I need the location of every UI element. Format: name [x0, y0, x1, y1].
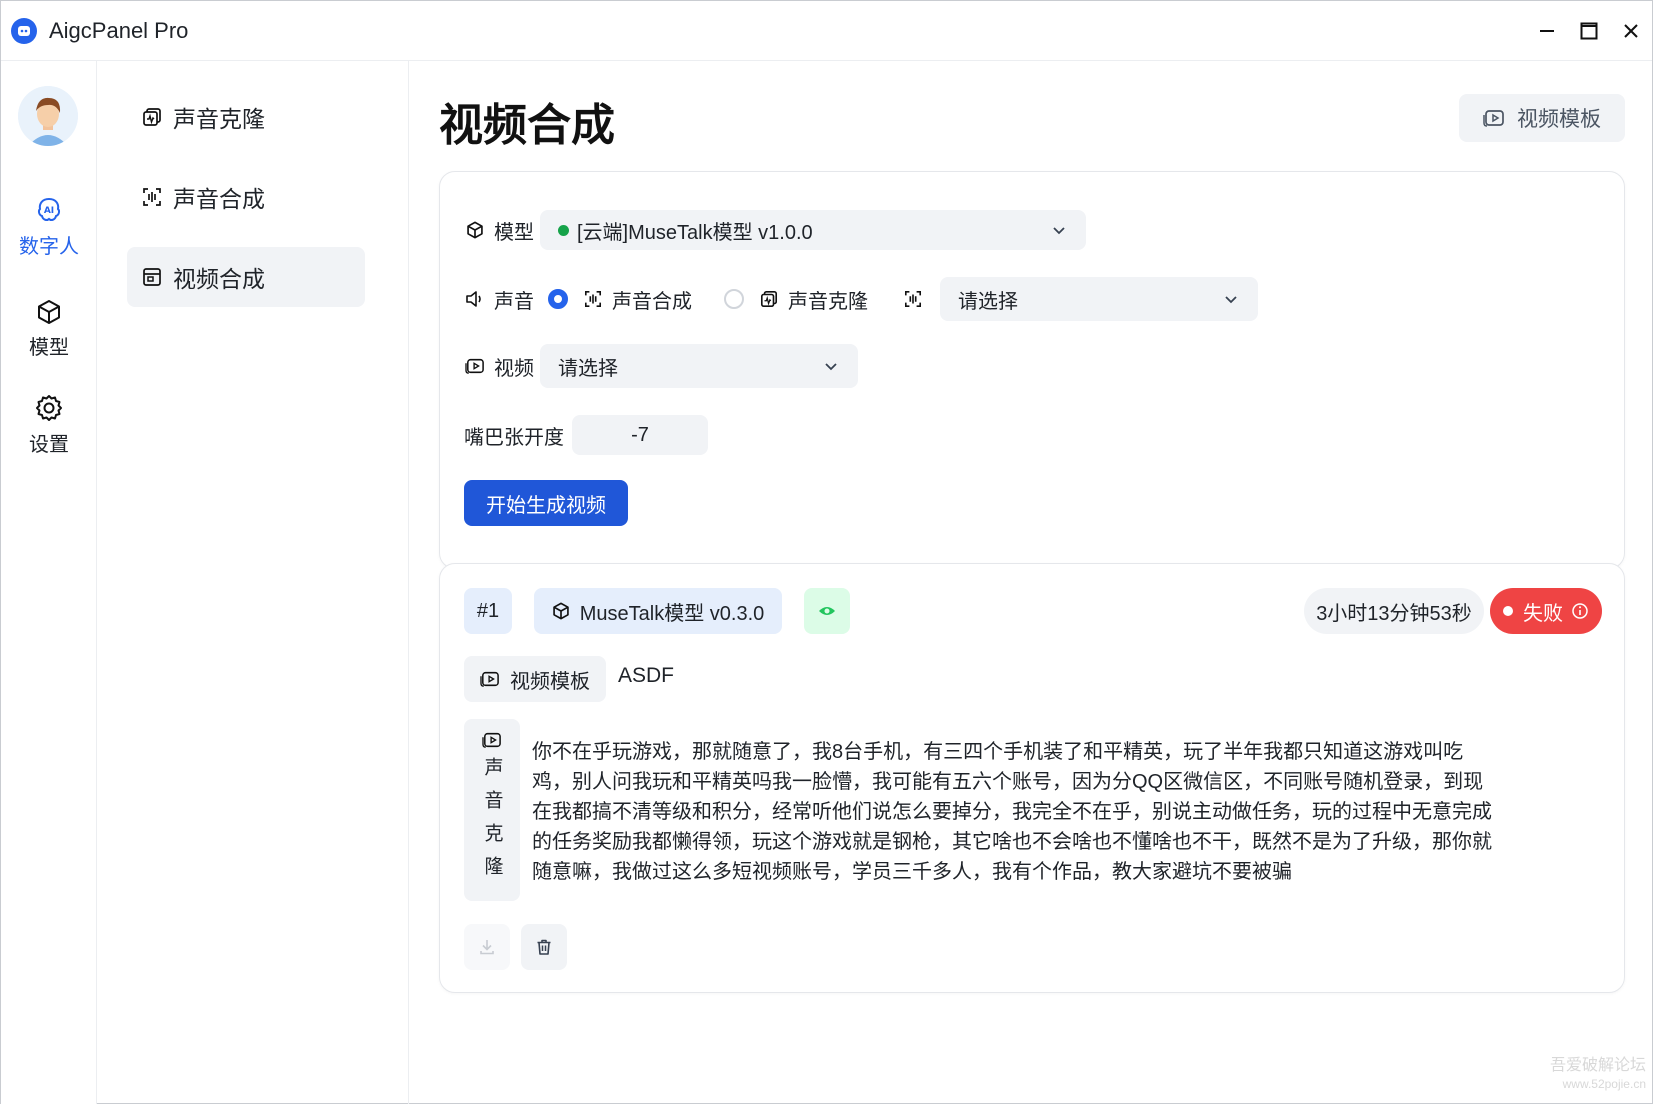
model-select[interactable]: [云端]MuseTalk模型 v1.0.0	[540, 210, 1086, 250]
delete-button[interactable]	[521, 924, 567, 970]
video-template-icon	[1483, 108, 1505, 128]
video-select[interactable]: 请选择	[540, 344, 858, 388]
cube-icon	[552, 602, 570, 620]
synthesis-form-card: 模型 [云端]MuseTalk模型 v1.0.0 声音 声音合成 声音克隆 请选…	[439, 171, 1625, 569]
task-template-label: 视频模板	[510, 670, 590, 693]
mouth-open-value: -7	[631, 423, 649, 446]
status-dot	[1503, 606, 1513, 616]
trash-icon	[537, 939, 551, 955]
app-logo-icon	[11, 17, 37, 44]
chevron-down-icon	[1053, 227, 1065, 235]
watermark: 吾爱破解论坛 www.52pojie.cn	[1550, 1057, 1646, 1093]
minimize-button[interactable]	[1526, 1, 1568, 61]
task-index-badge: #1	[464, 588, 512, 634]
video-label: 视频	[494, 357, 534, 380]
svg-text:AI: AI	[44, 206, 54, 216]
app-window: AigcPanel Pro AI 数字人 模型 设置 声音克隆 声音合成 视频合…	[0, 0, 1653, 1104]
task-script-text: 你不在乎玩游戏，那就随意了，我8台手机，有三四个手机装了和平精英，玩了半年我都只…	[532, 741, 1492, 883]
subnav-item-voice-synth[interactable]: 声音合成	[127, 167, 365, 227]
model-row: 模型 [云端]MuseTalk模型 v1.0.0	[464, 210, 1086, 250]
rail-item-model[interactable]: 模型	[1, 299, 97, 360]
chevron-down-icon	[825, 363, 837, 371]
gear-icon	[36, 395, 62, 421]
task-model-badge: MuseTalk模型 v0.3.0	[534, 588, 782, 634]
voice-type-label: 声音克隆	[481, 757, 503, 889]
rail-item-settings[interactable]: 设置	[1, 394, 97, 457]
mouth-label: 嘴巴张开度	[464, 426, 564, 449]
speaker-icon	[464, 288, 486, 310]
voice-clone-icon	[141, 106, 163, 128]
rail-label: 设置	[29, 434, 69, 456]
title-bar: AigcPanel Pro	[1, 1, 1652, 61]
chevron-down-icon	[1225, 296, 1237, 304]
video-row: 视频 请选择	[464, 344, 858, 388]
rail-item-digital-human[interactable]: AI 数字人	[1, 196, 97, 259]
model-label: 模型	[494, 221, 534, 244]
task-model-label: MuseTalk模型 v0.3.0	[579, 602, 765, 625]
video-synth-icon	[141, 266, 163, 288]
video-icon	[464, 355, 486, 377]
ai-brain-icon: AI	[37, 197, 61, 221]
maximize-icon	[1580, 22, 1598, 40]
voice-clone-radio[interactable]	[724, 289, 744, 309]
page-title: 视频合成	[439, 101, 615, 150]
sub-nav: 声音克隆 声音合成 视频合成	[97, 61, 409, 1104]
voice-select-placeholder: 请选择	[958, 290, 1018, 313]
nvidia-icon	[819, 607, 835, 615]
video-select-placeholder: 请选择	[558, 357, 618, 380]
status-label: 失败	[1523, 602, 1563, 625]
voice-synth-icon	[141, 186, 163, 208]
voice-clone-icon	[758, 288, 780, 310]
voice-synth-icon	[582, 288, 604, 310]
download-button[interactable]	[464, 924, 510, 970]
close-button[interactable]	[1610, 1, 1652, 61]
subnav-item-video-synth[interactable]: 视频合成	[127, 247, 365, 307]
left-rail: AI 数字人 模型 设置	[1, 61, 97, 1104]
voice-label: 声音	[494, 290, 534, 313]
subnav-label: 声音克隆	[173, 106, 265, 132]
cube-icon	[38, 300, 60, 324]
voice-clone-option-label[interactable]: 声音克隆	[788, 285, 868, 314]
video-icon	[482, 732, 501, 748]
voice-synth-option-label[interactable]: 声音合成	[612, 285, 692, 314]
avatar[interactable]	[18, 86, 78, 146]
start-generate-button[interactable]: 开始生成视频	[464, 480, 628, 526]
video-template-icon	[480, 670, 500, 688]
model-select-value: [云端]MuseTalk模型 v1.0.0	[577, 221, 813, 244]
task-card: #1 MuseTalk模型 v0.3.0 3小时13分钟53秒 失败 视频模板 …	[439, 563, 1625, 993]
voice-select[interactable]: 请选择	[940, 277, 1258, 321]
watermark-line2: www.52pojie.cn	[1562, 1077, 1646, 1091]
rail-label: 模型	[29, 337, 69, 359]
subnav-label: 声音合成	[173, 186, 265, 212]
voice-row: 声音 声音合成 声音克隆 请选择	[464, 277, 1258, 321]
info-icon	[1572, 603, 1588, 619]
task-template-name: ASDF	[618, 664, 675, 687]
close-icon	[1624, 24, 1638, 38]
window-controls	[1526, 1, 1652, 61]
mouth-row: 嘴巴张开度 -7	[464, 415, 708, 455]
video-template-button[interactable]: 视频模板	[1459, 94, 1625, 142]
status-dot	[558, 224, 569, 236]
task-duration-badge: 3小时13分钟53秒	[1304, 588, 1484, 634]
maximize-button[interactable]	[1568, 1, 1610, 61]
voice-synth-radio[interactable]	[548, 289, 568, 309]
main-content: 视频合成 视频模板 模型 [云端]MuseTalk模型 v1.0.0 声音 声音…	[409, 61, 1653, 1104]
subnav-label: 视频合成	[173, 266, 265, 292]
voice-synth-icon	[902, 288, 924, 310]
video-template-label: 视频模板	[1517, 108, 1601, 131]
mouth-open-input[interactable]: -7	[572, 415, 708, 455]
gpu-badge	[804, 588, 850, 634]
watermark-line1: 吾爱破解论坛	[1549, 1057, 1646, 1074]
cube-icon	[464, 219, 486, 241]
status-badge[interactable]: 失败	[1490, 588, 1602, 634]
task-template-badge: 视频模板	[464, 656, 606, 702]
voice-type-tag: 声音克隆	[464, 719, 520, 901]
subnav-item-voice-clone[interactable]: 声音克隆	[127, 87, 365, 147]
rail-label: 数字人	[19, 236, 79, 258]
app-title: AigcPanel Pro	[49, 17, 189, 43]
minimize-icon	[1540, 30, 1554, 32]
download-icon	[480, 940, 494, 955]
